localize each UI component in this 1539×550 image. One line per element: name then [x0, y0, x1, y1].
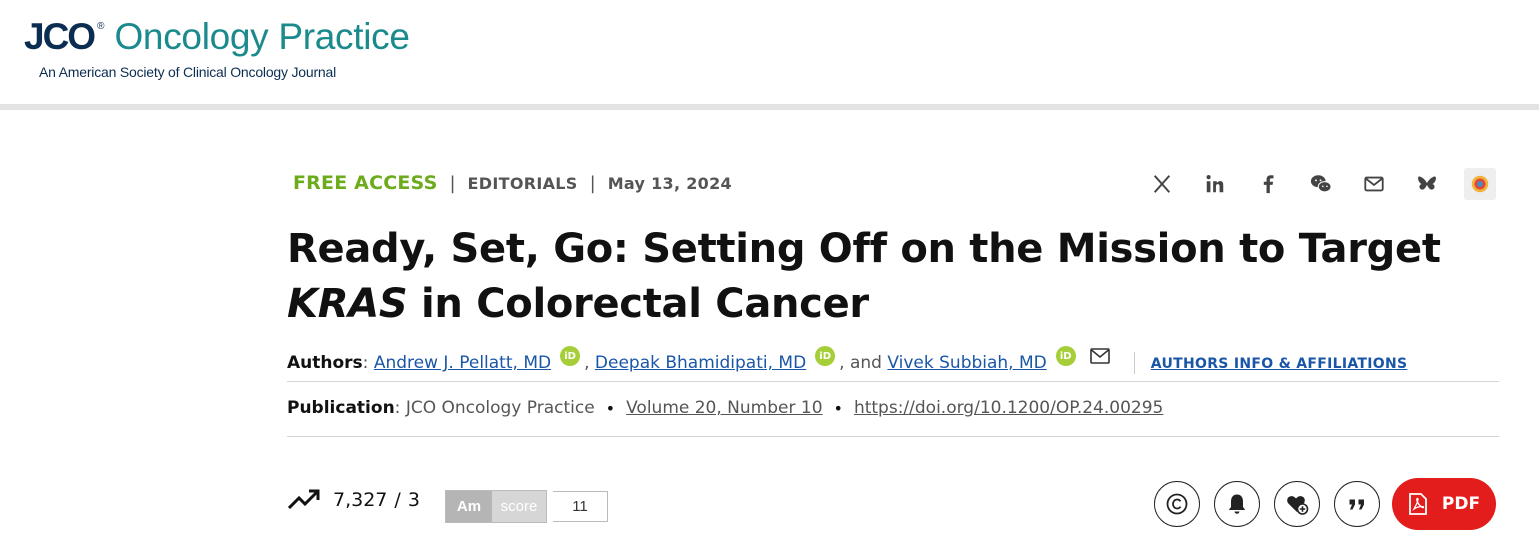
pdf-label: PDF [1441, 494, 1481, 514]
article-title: Ready, Set, Go: Setting Off on the Missi… [287, 222, 1517, 332]
logo-journal-name: Oncology Practice [114, 16, 410, 57]
authors-colon: : [362, 353, 369, 373]
free-access-badge: FREE ACCESS [293, 172, 438, 194]
journal-logo[interactable]: JCO ® Oncology Practice An American Soci… [24, 16, 410, 80]
trending-up-icon [287, 489, 321, 511]
divider [287, 436, 1499, 437]
bell-icon [1228, 494, 1246, 514]
x-icon[interactable] [1146, 168, 1178, 200]
altmetric-score-label: score [492, 491, 546, 522]
cite-button[interactable] [1334, 481, 1380, 527]
title-text: Ready, Set, Go: Setting Off on the Missi… [287, 226, 1441, 272]
authors-divider [1133, 352, 1135, 374]
title-text-end: in Colorectal Cancer [407, 281, 869, 327]
linkedin-icon[interactable] [1199, 168, 1231, 200]
authors-label: Authors [287, 353, 363, 373]
meta-separator: | [449, 172, 456, 194]
bluesky-icon[interactable] [1411, 168, 1443, 200]
article-category[interactable]: EDITORIALS [468, 174, 578, 193]
facebook-icon[interactable] [1252, 168, 1284, 200]
volume-issue-link[interactable]: Volume 20, Number 10 [626, 398, 822, 418]
bullet-separator: • [605, 398, 616, 418]
meta-separator: | [589, 172, 596, 194]
author-link[interactable]: Deepak Bhamidipati, MD [595, 353, 806, 373]
publication-date: May 13, 2024 [607, 173, 732, 193]
permissions-button[interactable] [1154, 481, 1200, 527]
authors-info-affiliations-link[interactable]: AUTHORS INFO & AFFILIATIONS [1151, 356, 1408, 372]
publication-label: Publication [287, 398, 395, 418]
copyright-icon [1166, 493, 1188, 515]
pdf-file-icon [1409, 493, 1427, 515]
altmetric-am: Am [446, 491, 492, 522]
title-gene-name: KRAS [287, 281, 408, 327]
wechat-icon[interactable] [1305, 168, 1337, 200]
author-and: , and [839, 353, 882, 373]
publication-colon: : [394, 398, 401, 418]
citation-count: 3 [407, 489, 420, 511]
divider [287, 381, 1499, 382]
altmetric-logo: Am score [445, 490, 547, 523]
logo-registered-mark: ® [97, 21, 105, 32]
pdf-button[interactable]: PDF [1392, 478, 1496, 530]
alerts-button[interactable] [1214, 481, 1260, 527]
publication-journal: JCO Oncology Practice [405, 398, 595, 418]
publication-row: Publication: JCO Oncology Practice • Vol… [287, 398, 1163, 418]
add-to-favorites-button[interactable] [1274, 481, 1320, 527]
article-metrics[interactable]: 7,327 / 3 [287, 489, 420, 511]
altmetric-badge[interactable]: Am score 11 [445, 490, 608, 523]
orcid-icon[interactable]: iD [1055, 346, 1076, 366]
orcid-icon[interactable]: iD [560, 346, 581, 366]
altmetric-icon[interactable] [1464, 168, 1496, 200]
logo-abbreviation: JCO [24, 16, 96, 57]
logo-tagline: An American Society of Clinical Oncology… [39, 64, 336, 80]
heart-plus-icon [1287, 496, 1309, 515]
corresponding-author-email-icon[interactable] [1089, 347, 1110, 369]
article-actions: PDF [1154, 478, 1496, 530]
orcid-icon[interactable]: iD [815, 346, 836, 366]
download-count: 7,327 [333, 489, 388, 511]
altmetric-score-value: 11 [553, 491, 608, 522]
author-link[interactable]: Vivek Subbiah, MD [887, 353, 1046, 373]
header-divider [0, 104, 1539, 110]
bullet-separator: • [833, 398, 843, 418]
share-bar [1146, 168, 1517, 200]
email-icon[interactable] [1358, 168, 1390, 200]
author-link[interactable]: Andrew J. Pellatt, MD [374, 353, 551, 373]
metrics-separator: / [394, 489, 401, 511]
authors-row: Authors: Andrew J. Pellatt, MD iD, Deepak… [287, 344, 1499, 382]
quote-icon [1349, 499, 1364, 510]
doi-link[interactable]: https://doi.org/10.1200/OP.24.00295 [854, 398, 1163, 418]
article-meta: FREE ACCESS | EDITORIALS | May 13, 2024 [293, 172, 732, 194]
site-header: JCO ® Oncology Practice An American Soci… [0, 0, 1539, 104]
author-comma: , [584, 353, 590, 373]
